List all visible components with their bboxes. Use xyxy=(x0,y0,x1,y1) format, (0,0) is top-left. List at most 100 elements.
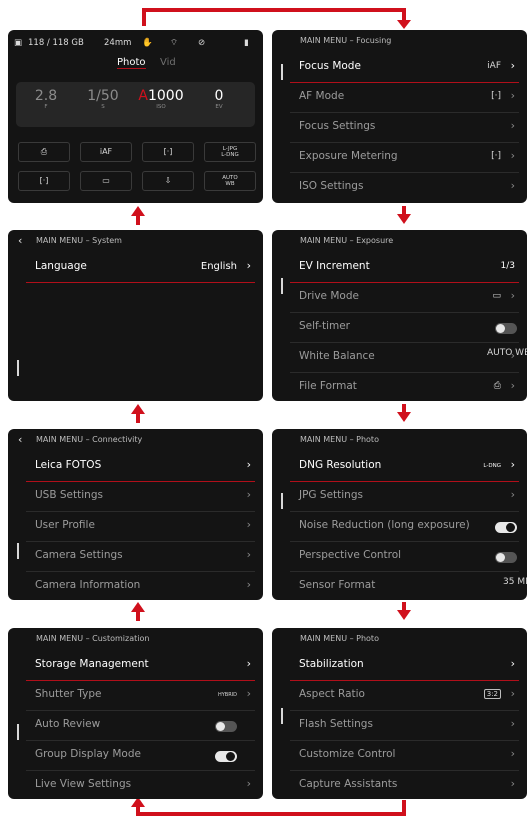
menu-item-storage-management[interactable]: Storage Management › xyxy=(26,652,255,681)
menu-item-drive-mode[interactable]: Drive Mode ▭ › xyxy=(290,284,519,313)
chevron-right-icon: › xyxy=(510,149,515,162)
battery-icon: ▮ xyxy=(244,38,249,48)
menu-item-ev-increment[interactable]: EV Increment 1/3 xyxy=(290,254,519,283)
menu-item-usb-settings[interactable]: USB Settings › xyxy=(26,483,255,512)
menu-item-capture-assistants[interactable]: Capture Assistants › xyxy=(290,772,519,799)
panel-header: MAIN MENU – Exposure xyxy=(300,236,394,245)
menu-item-self-timer[interactable]: Self-timer xyxy=(290,314,519,343)
menu-item-camera-information[interactable]: Camera Information › xyxy=(26,573,255,600)
chevron-right-icon: › xyxy=(510,657,515,670)
wifi-off-icon: ⌔ xyxy=(170,38,178,48)
menu-item-group-display-mode[interactable]: Group Display Mode xyxy=(26,742,255,771)
menu-item-af-mode[interactable]: AF Mode [·] › xyxy=(290,84,519,113)
menu-item-file-format[interactable]: File Format ⎙ › xyxy=(290,374,519,401)
menu-item-auto-review[interactable]: Auto Review xyxy=(26,712,255,741)
menu-item-white-balance[interactable]: White Balance AUTO WB › xyxy=(290,344,527,373)
tab-video[interactable]: Vid xyxy=(160,57,176,68)
menu-item-noise-reduction[interactable]: Noise Reduction (long exposure) xyxy=(290,513,519,542)
panel-header: MAIN MENU – Connectivity xyxy=(36,435,143,444)
scroll-indicator[interactable] xyxy=(281,708,283,724)
chevron-right-icon: › xyxy=(510,687,515,700)
aperture-cell[interactable]: 2.8 F xyxy=(21,88,71,110)
focus-mode-button[interactable]: iAF xyxy=(80,142,132,162)
menu-panel-focusing: MAIN MENU – Focusing Focus Mode iAF › AF… xyxy=(272,30,527,203)
tab-photo[interactable]: Photo xyxy=(117,57,146,69)
drive-mode-button[interactable]: ▭ xyxy=(80,171,132,191)
menu-item-dng-resolution[interactable]: DNG Resolution L-DNG › xyxy=(290,453,519,482)
menu-item-jpg-settings[interactable]: JPG Settings › xyxy=(290,483,519,512)
ev-cell[interactable]: 0 EV xyxy=(194,88,244,110)
exposure-bar: 2.8 F 1/50 S A1000 ISO 0 EV xyxy=(16,82,255,127)
menu-item-exposure-metering[interactable]: Exposure Metering [·] › xyxy=(290,144,519,173)
group-display-toggle[interactable] xyxy=(215,751,237,762)
iso-value: 1000 xyxy=(147,88,184,104)
focal-length-text: 24mm xyxy=(104,38,132,48)
chevron-right-icon: › xyxy=(246,488,251,501)
scroll-indicator[interactable] xyxy=(281,278,283,294)
chevron-right-icon: › xyxy=(510,777,515,790)
chevron-right-icon: › xyxy=(246,259,251,272)
menu-panel-connectivity: ‹ MAIN MENU – Connectivity Leica FOTOS ›… xyxy=(8,429,263,600)
menu-item-sensor-format[interactable]: Sensor Format 35 MM xyxy=(290,573,527,600)
panel-header: MAIN MENU – Photo xyxy=(300,435,379,444)
menu-item-flash-settings[interactable]: Flash Settings › xyxy=(290,712,519,741)
shutter-cell[interactable]: 1/50 S xyxy=(78,88,128,110)
iso-cell[interactable]: A1000 ISO xyxy=(136,88,186,110)
card-icon: ▣ xyxy=(14,38,23,48)
menu-item-aspect-ratio[interactable]: Aspect Ratio 3:2 › xyxy=(290,682,519,711)
chevron-right-icon: › xyxy=(246,578,251,591)
menu-item-stabilization[interactable]: Stabilization › xyxy=(290,652,519,681)
menu-panel-photo-1: MAIN MENU – Photo DNG Resolution L-DNG ›… xyxy=(272,429,527,600)
menu-item-iso-settings[interactable]: ISO Settings › xyxy=(290,174,519,203)
chevron-right-icon: › xyxy=(246,458,251,471)
menu-item-focus-settings[interactable]: Focus Settings › xyxy=(290,114,519,143)
scroll-indicator[interactable] xyxy=(17,543,19,559)
chevron-right-icon: › xyxy=(246,518,251,531)
chevron-right-icon: › xyxy=(510,349,515,362)
menu-item-language[interactable]: Language English › xyxy=(26,254,255,283)
panel-header: MAIN MENU – Customization xyxy=(36,634,150,643)
gps-off-icon: ⊘ xyxy=(198,38,206,48)
metering-button[interactable]: [·] xyxy=(18,171,70,191)
chevron-right-icon: › xyxy=(510,289,515,302)
white-balance-button[interactable]: AUTO WB xyxy=(204,171,256,191)
menu-item-camera-settings[interactable]: Camera Settings › xyxy=(26,543,255,572)
back-chevron-icon[interactable]: ‹ xyxy=(18,429,22,451)
menu-item-focus-mode[interactable]: Focus Mode iAF › xyxy=(290,54,519,83)
chevron-right-icon: › xyxy=(510,717,515,730)
menu-panel-photo-2: MAIN MENU – Photo Stabilization › Aspect… xyxy=(272,628,527,799)
file-format-button[interactable]: ⎙ xyxy=(18,142,70,162)
scroll-indicator[interactable] xyxy=(17,724,19,740)
menu-item-live-view-settings[interactable]: Live View Settings › xyxy=(26,772,255,799)
chevron-right-icon: › xyxy=(246,657,251,670)
noise-reduction-toggle[interactable] xyxy=(495,522,517,533)
menu-panel-customization: MAIN MENU – Customization Storage Manage… xyxy=(8,628,263,799)
scroll-indicator[interactable] xyxy=(281,64,283,80)
stabilization-icon: ✋ xyxy=(142,38,153,48)
menu-item-leica-fotos[interactable]: Leica FOTOS › xyxy=(26,453,255,482)
back-chevron-icon[interactable]: ‹ xyxy=(18,230,22,252)
chevron-right-icon: › xyxy=(510,747,515,760)
self-timer-toggle[interactable] xyxy=(495,323,517,334)
chevron-right-icon: › xyxy=(510,488,515,501)
auto-review-toggle[interactable] xyxy=(215,721,237,732)
chevron-right-icon: › xyxy=(246,548,251,561)
scroll-indicator[interactable] xyxy=(281,493,283,509)
resolution-button[interactable]: L-JPG L-DNG xyxy=(204,142,256,162)
menu-item-user-profile[interactable]: User Profile › xyxy=(26,513,255,542)
menu-panel-system: ‹ MAIN MENU – System Language English › xyxy=(8,230,263,401)
panel-header: MAIN MENU – Focusing xyxy=(300,36,392,45)
menu-item-perspective-control[interactable]: Perspective Control xyxy=(290,543,519,572)
chevron-right-icon: › xyxy=(246,687,251,700)
chevron-right-icon: › xyxy=(510,179,515,192)
perspective-control-toggle[interactable] xyxy=(495,552,517,563)
panel-header: MAIN MENU – System xyxy=(36,236,122,245)
scroll-indicator[interactable] xyxy=(17,360,19,376)
menu-item-shutter-type[interactable]: Shutter Type HYBRID › xyxy=(26,682,255,711)
chevron-right-icon: › xyxy=(510,59,515,72)
exposure-comp-button[interactable]: ⇩ xyxy=(142,171,194,191)
chevron-right-icon: › xyxy=(510,119,515,132)
af-mode-button[interactable]: [·] xyxy=(142,142,194,162)
chevron-right-icon: › xyxy=(510,89,515,102)
menu-item-customize-control[interactable]: Customize Control › xyxy=(290,742,519,771)
